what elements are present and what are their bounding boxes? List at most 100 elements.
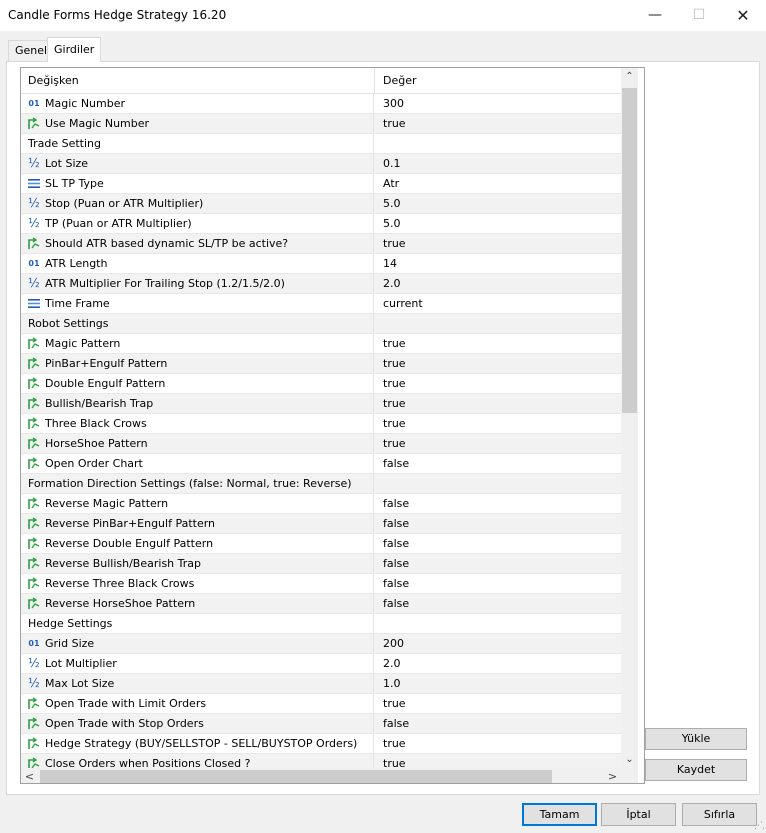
- row-name-cell[interactable]: Reverse Double Engulf Pattern: [21, 534, 374, 553]
- row-name-cell[interactable]: Should ATR based dynamic SL/TP be active…: [21, 234, 374, 253]
- close-button[interactable]: ✕: [720, 0, 766, 31]
- row-value-cell[interactable]: true: [383, 374, 406, 393]
- grid-row[interactable]: 01 Magic Number 300: [21, 94, 621, 114]
- row-name-cell[interactable]: Magic Pattern: [21, 334, 374, 353]
- grid-row[interactable]: Double Engulf Pattern true: [21, 374, 621, 394]
- row-value-cell[interactable]: 300: [383, 94, 404, 113]
- grid-row[interactable]: Three Black Crows true: [21, 414, 621, 434]
- grid-row[interactable]: Reverse Bullish/Bearish Trap false: [21, 554, 621, 574]
- row-name-cell[interactable]: PinBar+Engulf Pattern: [21, 354, 374, 373]
- grid-row[interactable]: Open Order Chart false: [21, 454, 621, 474]
- grid-row[interactable]: ½ TP (Puan or ATR Multiplier) 5.0: [21, 214, 621, 234]
- column-header-variable[interactable]: Değişken: [28, 68, 79, 94]
- row-value-cell[interactable]: false: [383, 514, 409, 533]
- row-value-cell[interactable]: false: [383, 714, 409, 733]
- grid-row[interactable]: PinBar+Engulf Pattern true: [21, 354, 621, 374]
- grid-row[interactable]: Reverse HorseShoe Pattern false: [21, 594, 621, 614]
- grid-row[interactable]: Should ATR based dynamic SL/TP be active…: [21, 234, 621, 254]
- row-name-cell[interactable]: Hedge Settings: [21, 614, 374, 633]
- column-divider[interactable]: [374, 68, 375, 94]
- maximize-button[interactable]: ☐: [676, 0, 722, 31]
- row-value-cell[interactable]: 2.0: [383, 654, 401, 673]
- grid-row[interactable]: Open Trade with Limit Orders true: [21, 694, 621, 714]
- row-name-cell[interactable]: Robot Settings: [21, 314, 374, 333]
- row-name-cell[interactable]: Reverse HorseShoe Pattern: [21, 594, 374, 613]
- row-name-cell[interactable]: SL TP Type: [21, 174, 374, 193]
- row-value-cell[interactable]: true: [383, 354, 406, 373]
- row-name-cell[interactable]: Formation Direction Settings (false: Nor…: [21, 474, 374, 493]
- row-name-cell[interactable]: Reverse Three Black Crows: [21, 574, 374, 593]
- row-name-cell[interactable]: 01 Grid Size: [21, 634, 374, 653]
- grid-section-row[interactable]: Formation Direction Settings (false: Nor…: [21, 474, 621, 494]
- row-name-cell[interactable]: Open Trade with Stop Orders: [21, 714, 374, 733]
- row-value-cell[interactable]: false: [383, 574, 409, 593]
- row-name-cell[interactable]: 01 Magic Number: [21, 94, 374, 113]
- row-name-cell[interactable]: Bullish/Bearish Trap: [21, 394, 374, 413]
- row-name-cell[interactable]: ½ ATR Multiplier For Trailing Stop (1.2/1…: [21, 274, 374, 293]
- row-name-cell[interactable]: Trade Setting: [21, 134, 374, 153]
- row-value-cell[interactable]: false: [383, 594, 409, 613]
- grid-section-row[interactable]: Hedge Settings: [21, 614, 621, 634]
- row-name-cell[interactable]: 01 ATR Length: [21, 254, 374, 273]
- ok-button[interactable]: Tamam: [522, 803, 597, 826]
- row-name-cell[interactable]: Use Magic Number: [21, 114, 374, 133]
- grid-row[interactable]: Hedge Strategy (BUY/SELLSTOP - SELL/BUYS…: [21, 734, 621, 754]
- column-header-value[interactable]: Değer: [383, 68, 417, 94]
- minimize-button[interactable]: —: [632, 0, 678, 31]
- row-name-cell[interactable]: ½ Stop (Puan or ATR Multiplier): [21, 194, 374, 213]
- resize-grip-icon[interactable]: ⋰⋰: [754, 821, 766, 831]
- row-value-cell[interactable]: true: [383, 334, 406, 353]
- scroll-left-arrow-icon[interactable]: <: [21, 768, 38, 783]
- row-value-cell[interactable]: 5.0: [383, 194, 401, 213]
- row-name-cell[interactable]: ½ Lot Size: [21, 154, 374, 173]
- row-value-cell[interactable]: 14: [383, 254, 397, 273]
- row-name-cell[interactable]: Hedge Strategy (BUY/SELLSTOP - SELL/BUYS…: [21, 734, 374, 753]
- grid-row[interactable]: Reverse Magic Pattern false: [21, 494, 621, 514]
- row-name-cell[interactable]: Reverse Bullish/Bearish Trap: [21, 554, 374, 573]
- grid-row[interactable]: ½ Lot Multiplier 2.0: [21, 654, 621, 674]
- row-value-cell[interactable]: true: [383, 234, 406, 253]
- grid-section-row[interactable]: Robot Settings: [21, 314, 621, 334]
- row-value-cell[interactable]: Atr: [383, 174, 399, 193]
- grid-row[interactable]: Time Frame current: [21, 294, 621, 314]
- grid-row[interactable]: ½ Lot Size 0.1: [21, 154, 621, 174]
- grid-row[interactable]: Reverse Three Black Crows false: [21, 574, 621, 594]
- grid-row[interactable]: ½ Max Lot Size 1.0: [21, 674, 621, 694]
- grid-row[interactable]: Open Trade with Stop Orders false: [21, 714, 621, 734]
- row-value-cell[interactable]: true: [383, 114, 406, 133]
- grid-row[interactable]: Reverse PinBar+Engulf Pattern false: [21, 514, 621, 534]
- horizontal-scroll-thumb[interactable]: [40, 770, 552, 783]
- row-name-cell[interactable]: HorseShoe Pattern: [21, 434, 374, 453]
- row-value-cell[interactable]: false: [383, 554, 409, 573]
- vertical-scroll-thumb[interactable]: [622, 88, 637, 413]
- grid-row[interactable]: Magic Pattern true: [21, 334, 621, 354]
- row-value-cell[interactable]: true: [383, 694, 406, 713]
- grid-section-row[interactable]: Trade Setting: [21, 134, 621, 154]
- row-value-cell[interactable]: 200: [383, 634, 404, 653]
- reset-button[interactable]: Sıfırla: [682, 803, 757, 826]
- row-name-cell[interactable]: Three Black Crows: [21, 414, 374, 433]
- row-name-cell[interactable]: Double Engulf Pattern: [21, 374, 374, 393]
- row-name-cell[interactable]: Time Frame: [21, 294, 374, 313]
- row-name-cell[interactable]: Open Trade with Limit Orders: [21, 694, 374, 713]
- grid-row[interactable]: Bullish/Bearish Trap true: [21, 394, 621, 414]
- save-button[interactable]: Kaydet: [645, 759, 747, 781]
- row-value-cell[interactable]: 1.0: [383, 674, 401, 693]
- row-value-cell[interactable]: current: [383, 294, 423, 313]
- row-value-cell[interactable]: true: [383, 734, 406, 753]
- grid-row[interactable]: Use Magic Number true: [21, 114, 621, 134]
- row-name-cell[interactable]: ½ Lot Multiplier: [21, 654, 374, 673]
- vertical-scrollbar[interactable]: ⌃ ⌄: [621, 68, 638, 768]
- row-name-cell[interactable]: ½ TP (Puan or ATR Multiplier): [21, 214, 374, 233]
- grid-row[interactable]: 01 Grid Size 200: [21, 634, 621, 654]
- grid-row[interactable]: HorseShoe Pattern true: [21, 434, 621, 454]
- tab-girdiler[interactable]: Girdiler: [47, 37, 102, 62]
- row-value-cell[interactable]: false: [383, 494, 409, 513]
- row-value-cell[interactable]: 2.0: [383, 274, 401, 293]
- row-value-cell[interactable]: true: [383, 394, 406, 413]
- load-button[interactable]: Yükle: [645, 728, 747, 750]
- grid-row[interactable]: ½ Stop (Puan or ATR Multiplier) 5.0: [21, 194, 621, 214]
- grid-row[interactable]: ½ ATR Multiplier For Trailing Stop (1.2/1…: [21, 274, 621, 294]
- cancel-button[interactable]: İptal: [601, 803, 676, 826]
- row-name-cell[interactable]: Open Order Chart: [21, 454, 374, 473]
